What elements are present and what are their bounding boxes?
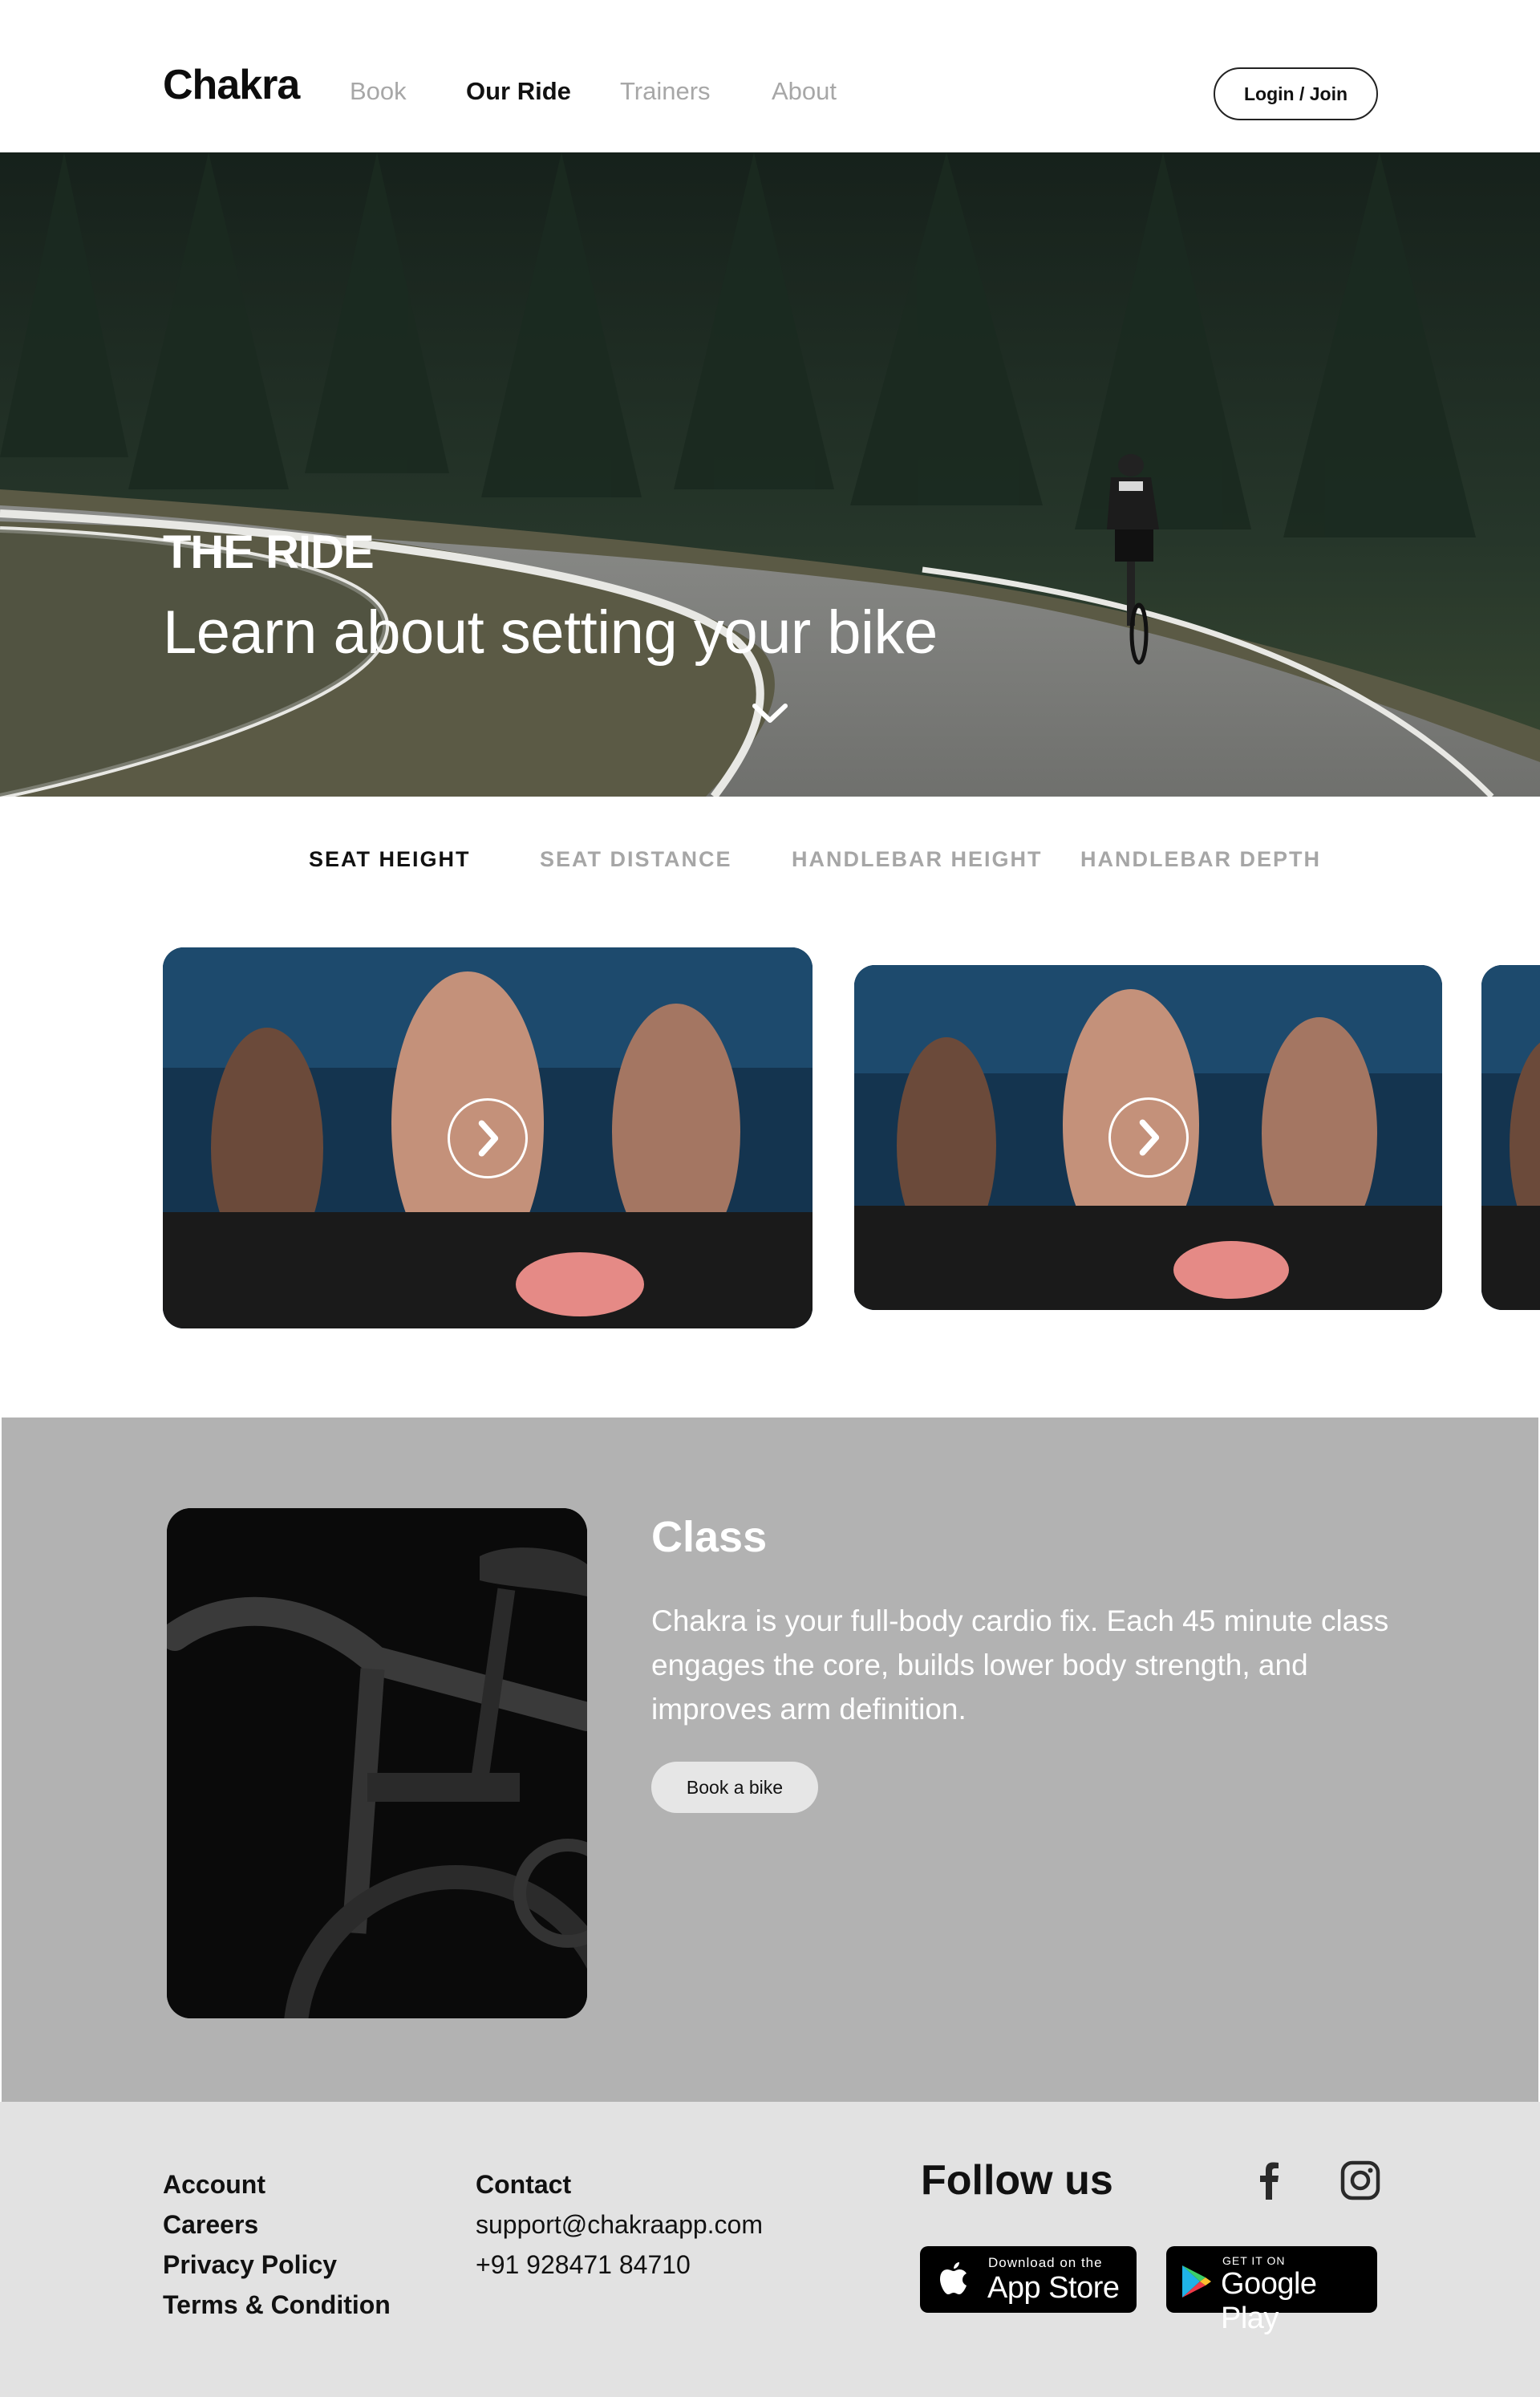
tab-handlebar-height[interactable]: HANDLEBAR HEIGHT xyxy=(792,847,1043,872)
tab-handlebar-depth[interactable]: HANDLEBAR DEPTH xyxy=(1080,847,1321,872)
google-play-icon xyxy=(1182,2265,1211,2298)
spin-class-photo xyxy=(1481,965,1540,1310)
site-footer: Account Careers Privacy Policy Terms & C… xyxy=(0,2102,1540,2397)
footer-link-careers[interactable]: Careers xyxy=(163,2210,258,2240)
hero-banner: THE RIDE Learn about setting your bike xyxy=(0,152,1540,797)
hero-kicker: THE RIDE xyxy=(163,526,375,578)
video-card[interactable] xyxy=(1481,965,1540,1310)
nav-trainers[interactable]: Trainers xyxy=(620,77,711,106)
video-card[interactable] xyxy=(163,947,813,1328)
tab-seat-height[interactable]: SEAT HEIGHT xyxy=(309,847,471,872)
site-header: Chakra Book Our Ride Trainers About Logi… xyxy=(0,0,1540,152)
play-icon[interactable] xyxy=(1108,1097,1189,1178)
app-store-small-text: Download on the xyxy=(988,2255,1103,2270)
play-icon[interactable] xyxy=(448,1097,528,1178)
tab-seat-distance[interactable]: SEAT DISTANCE xyxy=(540,847,732,872)
contact-email[interactable]: support@chakraapp.com xyxy=(476,2210,763,2240)
login-join-button[interactable]: Login / Join xyxy=(1214,67,1378,120)
google-play-badge[interactable]: GET IT ON Google Play xyxy=(1166,2246,1377,2335)
footer-link-account[interactable]: Account xyxy=(163,2170,265,2200)
app-store-big-text: App Store xyxy=(987,2271,1120,2305)
facebook-icon[interactable] xyxy=(1249,2160,1291,2201)
class-title: Class xyxy=(651,1513,768,1561)
app-store-badge[interactable]: Download on the App Store xyxy=(920,2246,1137,2313)
hero-title: Learn about setting your bike xyxy=(163,598,938,667)
video-card[interactable] xyxy=(854,965,1442,1310)
class-description: Chakra is your full-body cardio fix. Eac… xyxy=(651,1604,1389,1726)
nav-book[interactable]: Book xyxy=(350,77,407,106)
google-play-big-text: Google Play xyxy=(1221,2267,1317,2335)
bike-photo xyxy=(167,1508,587,2018)
nav-our-ride[interactable]: Our Ride xyxy=(466,77,571,106)
follow-us-heading: Follow us xyxy=(921,2157,1113,2204)
contact-heading: Contact xyxy=(476,2170,572,2199)
contact-phone[interactable]: +91 928471 84710 xyxy=(476,2250,691,2280)
book-a-bike-button[interactable]: Book a bike xyxy=(651,1762,818,1813)
apple-icon xyxy=(940,2262,967,2294)
footer-link-terms[interactable]: Terms & Condition xyxy=(163,2290,391,2320)
nav-about[interactable]: About xyxy=(772,77,837,106)
instagram-icon[interactable] xyxy=(1339,2160,1381,2201)
logo[interactable]: Chakra xyxy=(163,61,300,109)
google-play-small-text: GET IT ON xyxy=(1222,2254,1286,2267)
footer-link-privacy-policy[interactable]: Privacy Policy xyxy=(163,2250,337,2280)
class-section: Class Chakra is your full-body cardio fi… xyxy=(2,1418,1538,2102)
chevron-down-icon[interactable] xyxy=(750,700,790,727)
